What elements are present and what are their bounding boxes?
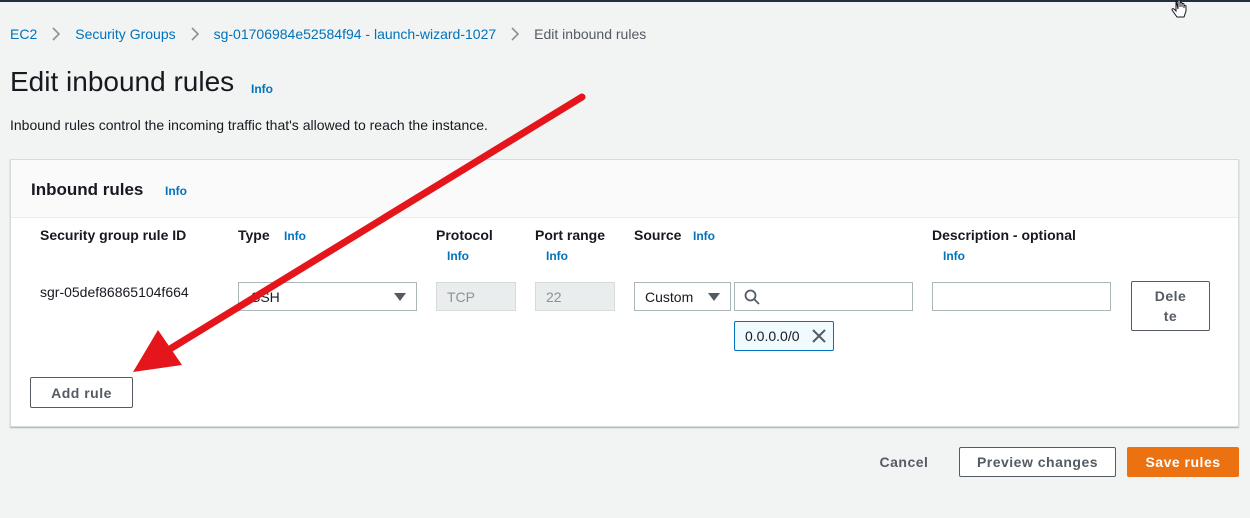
protocol-field: TCP (436, 282, 516, 311)
page-description: Inbound rules control the incoming traff… (10, 117, 488, 133)
hand-cursor-icon (1170, 0, 1190, 25)
chevron-right-icon (51, 27, 61, 41)
source-search-input[interactable] (735, 283, 912, 310)
delete-label-line-1: Dele (1154, 288, 1187, 304)
port-range-field: 22 (535, 282, 615, 311)
source-token-value: 0.0.0.0/0 (745, 328, 800, 344)
source-type-value: Custom (645, 288, 694, 305)
close-icon[interactable] (811, 328, 827, 347)
col-protocol: Protocol (436, 227, 493, 243)
top-bar (0, 0, 1250, 2)
description-info-link[interactable]: Info (943, 249, 965, 263)
col-type: Type (238, 227, 270, 243)
breadcrumb-security-group[interactable]: sg-01706984e52584f94 - launch-wizard-102… (214, 26, 497, 42)
source-type-select[interactable]: Custom (634, 282, 731, 311)
cancel-button[interactable]: Cancel (868, 447, 940, 477)
type-select-value: SSH (251, 288, 280, 305)
protocol-value: TCP (447, 288, 475, 305)
type-select[interactable]: SSH (238, 282, 417, 311)
breadcrumb-ec2[interactable]: EC2 (10, 26, 37, 42)
source-info-link[interactable]: Info (693, 229, 715, 243)
chevron-right-icon (190, 27, 200, 41)
col-port-range: Port range (535, 227, 606, 243)
search-icon (744, 289, 760, 310)
source-search-field[interactable] (734, 282, 913, 311)
breadcrumb-current: Edit inbound rules (534, 26, 647, 42)
caret-down-icon (708, 293, 720, 301)
breadcrumb-security-groups[interactable]: Security Groups (75, 26, 175, 42)
panel-info-link[interactable]: Info (165, 184, 187, 198)
port-range-value: 22 (546, 288, 562, 305)
preview-changes-button[interactable]: Preview changes (959, 447, 1116, 477)
caret-down-icon (394, 293, 406, 301)
description-field[interactable] (932, 282, 1111, 311)
port-range-info-link[interactable]: Info (546, 249, 568, 263)
rule-id-value: sgr-05def86865104f664 (40, 284, 189, 300)
type-info-link[interactable]: Info (284, 229, 306, 243)
delete-label-line-2: te (1163, 308, 1178, 324)
page-info-link[interactable]: Info (251, 82, 273, 96)
delete-button[interactable]: Dele te (1131, 281, 1210, 331)
col-description: Description - optional (932, 227, 1076, 243)
description-input[interactable] (933, 283, 1110, 310)
col-rule-id: Security group rule ID (40, 227, 187, 243)
col-source: Source (634, 227, 682, 243)
save-rules-button[interactable]: Save rules (1127, 447, 1239, 477)
panel-title: Inbound rules (31, 180, 144, 199)
breadcrumb: EC2 Security Groups sg-01706984e52584f94… (10, 26, 646, 42)
inbound-rules-panel: Inbound rules Info Security group rule I… (10, 159, 1239, 427)
protocol-info-link[interactable]: Info (447, 249, 469, 263)
source-token: 0.0.0.0/0 (734, 321, 834, 351)
add-rule-button[interactable]: Add rule (30, 377, 133, 408)
page-title: Edit inbound rules (10, 66, 235, 97)
panel-header: Inbound rules Info (11, 160, 1238, 218)
chevron-right-icon (510, 27, 520, 41)
